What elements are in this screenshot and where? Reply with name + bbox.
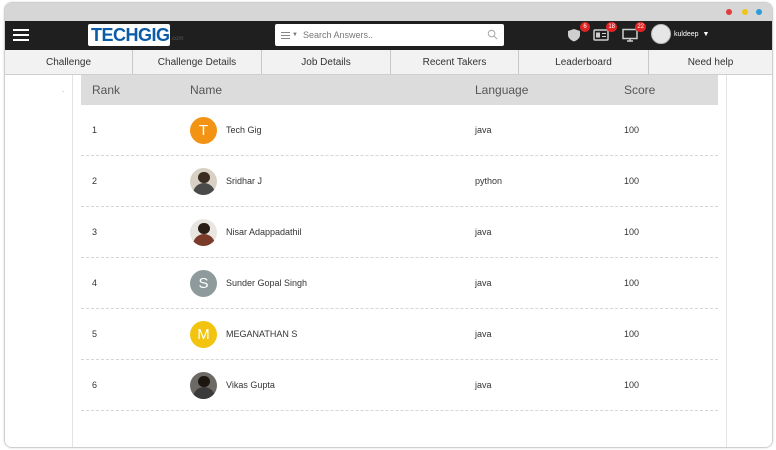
avatar — [190, 167, 217, 195]
language-cell: java — [475, 227, 492, 237]
app-window: TECHGIG .com ▼ 6 18 22 kuldeep ▼ — [4, 2, 773, 448]
monitor-icon[interactable]: 22 — [622, 22, 646, 42]
tab-bar: Challenge Challenge Details Job Details … — [5, 50, 772, 75]
tab-leaderboard[interactable]: Leaderboard — [519, 50, 649, 74]
rank-cell: 2 — [92, 176, 98, 186]
table-row: 6 Vikas Gupta java 100 — [81, 360, 718, 411]
shield-icon[interactable]: 6 — [566, 22, 590, 42]
user-name-link[interactable]: Vikas Gupta — [226, 380, 275, 390]
score-cell: 100 — [624, 227, 640, 237]
leaderboard-panel: . Rank Name Language Score 1 T Tech Gig … — [5, 75, 772, 447]
table-row: 5 M MEGANATHAN S java 100 — [81, 309, 718, 360]
language-header: Language — [475, 83, 529, 97]
search-icon[interactable] — [487, 29, 498, 40]
avatar — [651, 24, 671, 44]
notification-badge: 22 — [635, 22, 646, 32]
avatar: T — [190, 116, 217, 144]
rank-cell: 1 — [92, 125, 98, 135]
score-cell: 100 — [624, 278, 640, 288]
table-header: Rank Name Language Score — [81, 75, 718, 105]
language-cell: python — [475, 176, 503, 186]
user-name-link[interactable]: MEGANATHAN S — [226, 329, 297, 339]
maximize-dot[interactable] — [756, 9, 762, 15]
avatar — [190, 371, 217, 399]
score-cell: 100 — [624, 125, 640, 135]
tab-recent-takers[interactable]: Recent Takers — [391, 50, 519, 74]
user-name-link[interactable]: Nisar Adappadathil — [226, 227, 302, 237]
rank-cell: 3 — [92, 227, 98, 237]
close-dot[interactable] — [726, 9, 732, 15]
tab-challenge-details[interactable]: Challenge Details — [133, 50, 262, 74]
score-header: Score — [624, 83, 656, 97]
rank-cell: 4 — [92, 278, 98, 288]
table-row: 3 Nisar Adappadathil java 100 — [81, 207, 718, 258]
search-filter-icon[interactable]: ▼ — [275, 30, 299, 41]
notification-badge: 18 — [606, 22, 617, 32]
caret-down-icon: ▼ — [702, 30, 710, 38]
score-cell: 100 — [624, 329, 640, 339]
language-cell: java — [475, 329, 492, 339]
score-cell: 100 — [624, 380, 640, 390]
language-cell: java — [475, 380, 492, 390]
avatar: S — [190, 269, 217, 297]
user-name-link[interactable]: Sunder Gopal Singh — [226, 278, 307, 288]
top-navbar: TECHGIG .com ▼ 6 18 22 kuldeep ▼ — [5, 21, 772, 50]
avatar — [190, 218, 217, 246]
window-chrome — [5, 3, 772, 21]
hamburger-menu-icon[interactable] — [13, 29, 29, 41]
search-bar: ▼ — [275, 24, 504, 46]
notification-badge: 6 — [580, 22, 590, 32]
tab-challenge[interactable]: Challenge — [5, 50, 133, 74]
minimize-dot[interactable] — [742, 9, 748, 15]
score-cell: 100 — [624, 176, 640, 186]
name-header: Name — [190, 83, 223, 97]
rank-cell: 6 — [92, 380, 98, 390]
language-cell: java — [475, 125, 492, 135]
user-name-link[interactable]: Sridhar J — [226, 176, 262, 186]
techgig-logo[interactable]: TECHGIG .com — [88, 24, 184, 46]
rank-header: Rank — [92, 83, 121, 97]
user-name: kuldeep — [674, 30, 699, 38]
table-row — [81, 411, 718, 423]
id-card-icon[interactable]: 18 — [593, 22, 617, 42]
user-name-link[interactable]: Tech Gig — [226, 125, 262, 135]
logo-domain: .com — [170, 36, 184, 42]
table-row: 2 Sridhar J python 100 — [81, 156, 718, 207]
user-menu[interactable]: kuldeep ▼ — [651, 24, 709, 44]
divider — [72, 75, 73, 447]
table-row: 1 T Tech Gig java 100 — [81, 105, 718, 156]
tick-mark: . — [62, 85, 65, 94]
table-row: 4 S Sunder Gopal Singh java 100 — [81, 258, 718, 309]
divider — [726, 75, 727, 447]
language-cell: java — [475, 278, 492, 288]
rank-cell: 5 — [92, 329, 98, 339]
tab-need-help[interactable]: Need help — [649, 50, 772, 74]
avatar: M — [190, 320, 217, 348]
leaderboard-table: Rank Name Language Score 1 T Tech Gig ja… — [81, 75, 718, 423]
logo-text: TECHGIG — [91, 24, 170, 45]
search-input[interactable] — [299, 30, 469, 40]
tab-job-details[interactable]: Job Details — [262, 50, 391, 74]
